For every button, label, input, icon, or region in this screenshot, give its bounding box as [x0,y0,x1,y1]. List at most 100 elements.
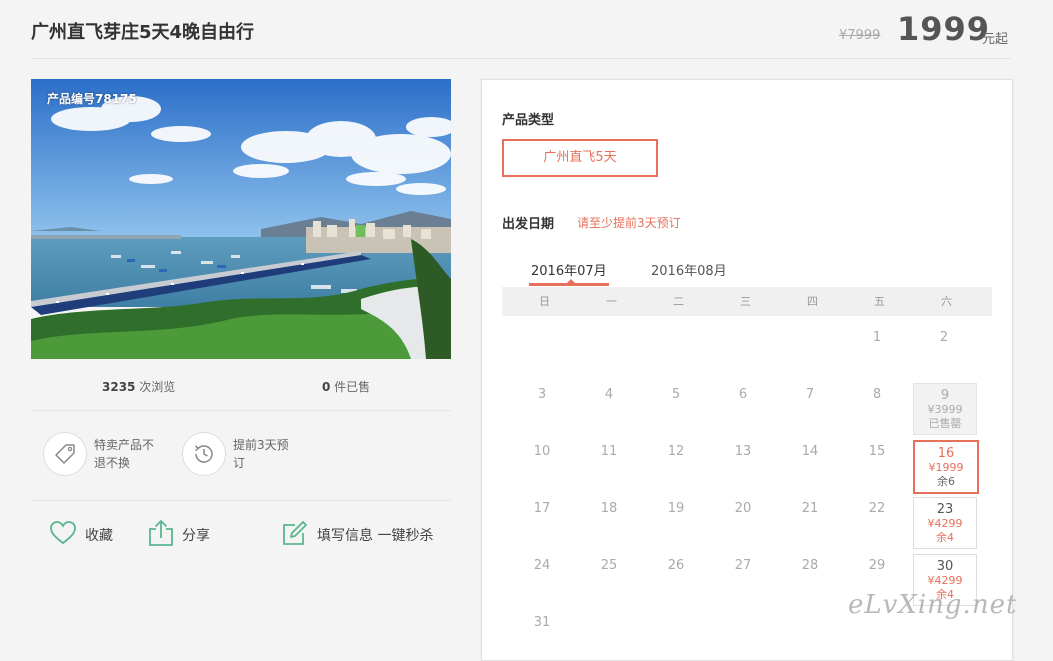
day-availability: 余4 [936,531,954,544]
product-stats: 3235 次浏览 0 件已售 [31,360,451,411]
day-number: 25 [600,558,618,573]
day-price: ¥4299 [927,517,963,530]
calendar-day-20: 20 [712,497,774,537]
views-label: 次浏览 [135,380,176,394]
active-tab-caret [566,279,576,284]
calendar-day-19: 19 [645,497,707,537]
calendar-day-9: 9 ¥3999 已售罄 [913,383,977,435]
calendar-day-3: 3 [511,383,573,423]
day-availability: 余6 [937,475,955,488]
product-photo[interactable]: 产品编号78175 [31,79,451,359]
day-number: 15 [868,444,886,459]
day-number: 16 [937,446,955,461]
product-code: 产品编号78175 [47,92,137,106]
weekday-label: 日 [539,295,550,308]
price-unit: 元起 [982,32,1009,47]
calendar-day-29: 29 [846,554,908,594]
day-price: ¥4299 [927,574,963,587]
product-type-label: 产品类型 [502,113,555,128]
day-number: 8 [872,387,882,402]
calendar-day-1: 1 [846,326,908,366]
day-number: 18 [600,501,618,516]
history-clock-icon [195,445,213,463]
current-price: 1999 [897,10,991,48]
tab-month-august[interactable]: 2016年08月 [651,260,727,279]
day-number: 27 [734,558,752,573]
calendar-day-17: 17 [511,497,573,537]
sold-stat: 0 件已售 [322,378,370,395]
calendar-day-2: 2 [913,326,975,366]
calendar-day-22: 22 [846,497,908,537]
views-count: 3235 [102,380,136,394]
day-number: 31 [533,615,551,630]
day-number: 14 [801,444,819,459]
sold-label: 件已售 [330,380,371,394]
day-number: 13 [734,444,752,459]
watermark: eLvXing.net [848,590,1018,620]
edit-form-icon [283,521,307,545]
fill-info-label: 填写信息 一键秒杀 [317,528,434,544]
day-number: 4 [604,387,614,402]
views-stat: 3235 次浏览 [102,378,175,395]
day-availability: 已售罄 [928,417,962,430]
day-number: 3 [537,387,547,402]
day-price: ¥3999 [927,403,963,416]
calendar-day-7: 7 [779,383,841,423]
feature-icon-ring [182,432,226,476]
day-number: 24 [533,558,551,573]
calendar-day-6: 6 [712,383,774,423]
day-number: 5 [671,387,681,402]
weekday-label: 四 [807,295,818,308]
day-number: 1 [872,330,882,345]
calendar-day-18: 18 [578,497,640,537]
original-price: ¥7999 [839,28,881,43]
weekday-label: 一 [606,295,617,308]
day-number: 11 [600,444,618,459]
day-number: 6 [738,387,748,402]
share-icon [149,519,173,546]
feature-text: 特卖产品不退不换 [94,438,155,470]
weekday-label: 三 [740,295,751,308]
weekday-label: 五 [874,295,885,308]
heart-icon [50,521,76,545]
day-number: 26 [667,558,685,573]
day-number: 21 [801,501,819,516]
calendar-day-15: 15 [846,440,908,480]
calendar-day-13: 13 [712,440,774,480]
feature-text: 提前3天预订 [233,438,289,470]
weekday-header: 日一二三四五六 [502,287,992,316]
calendar-day-25: 25 [578,554,640,594]
calendar-day-24: 24 [511,554,573,594]
calendar-day-8: 8 [846,383,908,423]
weekday-label: 六 [941,295,952,308]
calendar-day-4: 4 [578,383,640,423]
page-title: 广州直飞芽庄5天4晚自由行 [31,22,255,43]
share-label: 分享 [182,528,210,544]
favorite-label: 收藏 [85,528,113,544]
booking-panel: 产品类型 广州直飞5天 出发日期 请至少提前3天预订 2016年07月 2016… [481,79,1013,661]
calendar-day-27: 27 [712,554,774,594]
product-type-option[interactable]: 广州直飞5天 [502,139,658,177]
day-number: 2 [939,330,949,345]
departure-date-label: 出发日期 [502,217,555,232]
day-number: 12 [667,444,685,459]
calendar-day-28: 28 [779,554,841,594]
day-number: 30 [936,559,954,574]
calendar-day-10: 10 [511,440,573,480]
calendar-day-16[interactable]: 16 ¥1999 余6 [913,440,979,494]
day-number: 20 [734,501,752,516]
calendar-day-23[interactable]: 23 ¥4299 余4 [913,497,977,549]
price-tag-icon [55,444,75,464]
harbor-landscape-image [31,79,451,359]
day-number: 28 [801,558,819,573]
page-header: 广州直飞芽庄5天4晚自由行 ¥7999 1999 元起 [31,0,1011,59]
calendar-day-5: 5 [645,383,707,423]
day-number: 17 [533,501,551,516]
day-number: 10 [533,444,551,459]
divider [31,500,451,501]
calendar-day-26: 26 [645,554,707,594]
tab-month-july[interactable]: 2016年07月 [531,260,607,279]
booking-hint: 请至少提前3天预订 [577,216,681,230]
day-number: 19 [667,501,685,516]
feature-icon-ring [43,432,87,476]
